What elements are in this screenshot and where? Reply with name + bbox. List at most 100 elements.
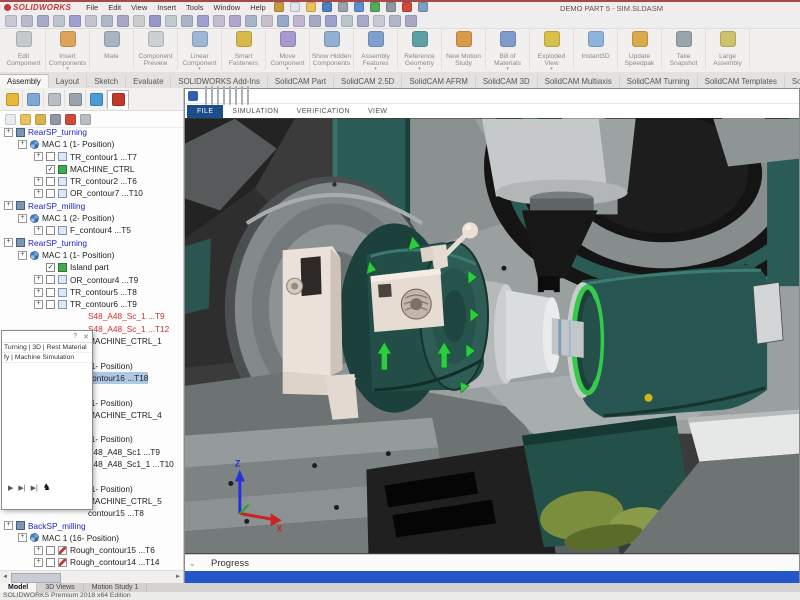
checkbox[interactable]: [46, 558, 55, 567]
expand-icon[interactable]: +: [34, 275, 43, 284]
toolbar-icon[interactable]: [357, 15, 369, 27]
tree-item[interactable]: ✓Island part: [0, 261, 183, 273]
sim-tab-verification[interactable]: VERIFICATION: [288, 106, 359, 117]
ribbon-button-reference-geometry[interactable]: Reference Geometry▾: [398, 29, 442, 70]
toolbar-icon[interactable]: [229, 15, 241, 27]
tree-item[interactable]: ✓MACHINE_CTRL: [0, 163, 183, 175]
tree-item[interactable]: +RearSP_turning: [0, 237, 183, 249]
expand-icon[interactable]: +: [34, 546, 43, 555]
rebuild-icon[interactable]: [370, 2, 380, 12]
ribbon-button-bill-of-materials[interactable]: Bill of Materials▾: [486, 29, 530, 70]
tree-item[interactable]: +MAC 1 (1- Position): [0, 249, 183, 261]
simulator-toolbar-icon[interactable]: [235, 86, 237, 105]
sim-run-icon[interactable]: ♞: [43, 482, 51, 493]
toolbar-icon[interactable]: [181, 15, 193, 27]
print-icon[interactable]: [338, 2, 348, 12]
checkbox[interactable]: [46, 300, 55, 309]
panel-tab[interactable]: [23, 90, 44, 108]
viewport-3d[interactable]: Z X: [185, 118, 799, 554]
menu-file[interactable]: File: [86, 3, 98, 12]
tree-item[interactable]: +MAC 1 (16- Position): [0, 532, 183, 544]
expand-icon[interactable]: +: [18, 533, 27, 542]
tab-solidcam-multiaxis[interactable]: SolidCAM Multiaxis: [538, 75, 620, 88]
open-icon[interactable]: [306, 2, 316, 12]
toolbar-icon[interactable]: [309, 15, 321, 27]
expand-icon[interactable]: +: [18, 140, 27, 149]
grid-icon[interactable]: [418, 2, 428, 12]
ribbon-button-mate[interactable]: Mate: [90, 29, 134, 70]
panel-tab[interactable]: [44, 90, 65, 108]
expand-icon[interactable]: +: [34, 300, 43, 309]
scrollbar-thumb[interactable]: [11, 573, 61, 583]
toolbar-icon[interactable]: [261, 15, 273, 27]
bottom-tab-motion-study-1[interactable]: Motion Study 1: [84, 583, 148, 592]
tab-solidcam-turning[interactable]: SolidCAM Turning: [620, 75, 698, 88]
toolbar-icon[interactable]: [133, 15, 145, 27]
toolbar-icon[interactable]: [53, 15, 65, 27]
tree-item[interactable]: +TR_contour2 ...T6: [0, 175, 183, 187]
ribbon-button-update-speedpak[interactable]: Update Speedpak: [618, 29, 662, 70]
menu-view[interactable]: View: [131, 3, 147, 12]
ribbon-button-insert-components[interactable]: Insert Components▾: [46, 29, 90, 70]
folder-open-icon[interactable]: [20, 114, 31, 125]
panel-tab[interactable]: [86, 90, 107, 108]
bottom-tab-model[interactable]: Model: [0, 583, 37, 592]
toolbar-icon[interactable]: [5, 15, 17, 27]
toolbar-icon[interactable]: [69, 15, 81, 27]
tab-sketch[interactable]: Sketch: [87, 75, 126, 88]
home-icon[interactable]: [274, 2, 284, 12]
checkbox[interactable]: ✓: [46, 165, 55, 174]
expand-icon[interactable]: +: [4, 201, 13, 210]
traffic-light-icon[interactable]: [402, 2, 412, 12]
ribbon-button-take-snapshot[interactable]: Take Snapshot: [662, 29, 706, 70]
tree-item[interactable]: +OR_contour7 ...T10: [0, 187, 183, 199]
ribbon-button-assembly-features[interactable]: Assembly Features▾: [354, 29, 398, 70]
checkbox[interactable]: ✓: [46, 263, 55, 272]
save-icon[interactable]: [322, 2, 332, 12]
simulation-mode-tabs-1[interactable]: Turning | 3D | Rest Material: [2, 343, 92, 353]
expand-icon[interactable]: +: [34, 189, 43, 198]
tree-item[interactable]: +TR_contour1 ...T7: [0, 151, 183, 163]
simulator-toolbar-icon[interactable]: [223, 86, 225, 105]
simulator-toolbar-icon[interactable]: [217, 86, 219, 105]
help-icon[interactable]: ?: [73, 333, 77, 340]
toolbar-icon[interactable]: [117, 15, 129, 27]
ribbon-button-edit-component[interactable]: Edit Component: [2, 29, 46, 70]
expand-icon[interactable]: +: [34, 177, 43, 186]
expand-icon[interactable]: +: [34, 226, 43, 235]
expand-icon[interactable]: +: [34, 558, 43, 567]
tab-solidcam-2-5d[interactable]: SolidCAM 2.5D: [334, 75, 402, 88]
tree-horizontal-scrollbar[interactable]: ◄ ►: [0, 570, 183, 583]
bottom-tab-3d-views[interactable]: 3D Views: [37, 583, 83, 592]
checkbox[interactable]: [46, 275, 55, 284]
ribbon-button-new-motion-study[interactable]: New Motion Study: [442, 29, 486, 70]
sim-tab-simulation[interactable]: SIMULATION: [223, 106, 287, 117]
toolbar-icon[interactable]: [405, 15, 417, 27]
simulator-toolbar-icon[interactable]: [241, 86, 243, 105]
simulator-toolbar-icon[interactable]: [229, 86, 231, 105]
play-icon[interactable]: ▶: [8, 484, 13, 492]
tree-item[interactable]: +Rough_contour15 ...T6: [0, 544, 183, 556]
toolbar-icon[interactable]: [213, 15, 225, 27]
simulator-toolbar-icon[interactable]: [211, 86, 213, 105]
folder-icon[interactable]: [35, 114, 46, 125]
expand-icon[interactable]: +: [4, 128, 13, 137]
expand-icon[interactable]: +: [4, 238, 13, 247]
toolbar-icon[interactable]: [325, 15, 337, 27]
expand-icon[interactable]: +: [18, 214, 27, 223]
sim-tab-file[interactable]: FILE: [187, 105, 223, 118]
flag-icon[interactable]: [65, 114, 76, 125]
close-icon[interactable]: ✕: [83, 333, 89, 341]
checkbox[interactable]: [46, 226, 55, 235]
menu-help[interactable]: Help: [250, 3, 265, 12]
toolbar-icon[interactable]: [341, 15, 353, 27]
step-forward-icon[interactable]: ▶|: [31, 484, 38, 492]
tree-item[interactable]: +TR_contour6 ...T9: [0, 298, 183, 310]
save-tree-icon[interactable]: [50, 114, 61, 125]
tab-solidcam-3d[interactable]: SolidCAM 3D: [476, 75, 538, 88]
toolbar-icon[interactable]: [197, 15, 209, 27]
ribbon-button-exploded-view[interactable]: Exploded View▾: [530, 29, 574, 70]
toolbar-icon[interactable]: [21, 15, 33, 27]
expand-icon[interactable]: +: [18, 251, 27, 260]
collapse-chevron-icon[interactable]: ⌄: [189, 555, 196, 572]
